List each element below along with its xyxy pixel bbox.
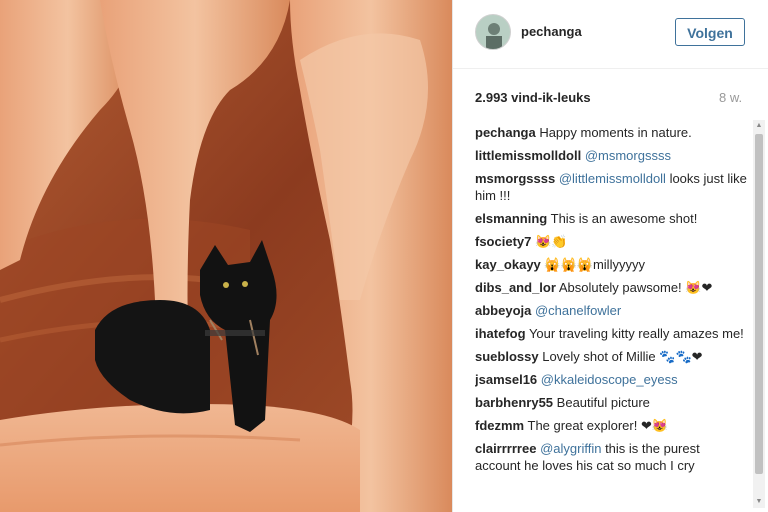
post-username[interactable]: pechanga bbox=[521, 24, 582, 39]
comment-mention[interactable]: @kkaleidoscope_eyess bbox=[541, 372, 678, 387]
triangle-down-icon[interactable]: ▼ bbox=[753, 496, 765, 508]
comment-text: 🙀🙀🙀millyyyyy bbox=[544, 257, 645, 272]
comment-text: Absolutely pawsome! 😻❤ bbox=[558, 280, 713, 295]
comment-username[interactable]: pechanga bbox=[475, 125, 536, 140]
comment-text: Happy moments in nature. bbox=[539, 125, 692, 140]
comment-item: littlemissmolldoll @msmorgssss bbox=[475, 147, 747, 164]
post-photo[interactable] bbox=[0, 0, 452, 512]
avatar[interactable] bbox=[475, 14, 511, 50]
comment-text: The great explorer! ❤😻 bbox=[527, 418, 669, 433]
canyon-cat-photo bbox=[0, 0, 452, 512]
comment-text: This is an awesome shot! bbox=[550, 211, 698, 226]
comment-item: dibs_and_lor Absolutely pawsome! 😻❤ bbox=[475, 279, 747, 296]
comment-mention[interactable]: @msmorgssss bbox=[585, 148, 671, 163]
comment-item: sueblossy Lovely shot of Millie 🐾🐾❤ bbox=[475, 348, 747, 365]
comment-item: jsamsel16 @kkaleidoscope_eyess bbox=[475, 371, 747, 388]
comment-username[interactable]: elsmanning bbox=[475, 211, 547, 226]
comment-text: Your traveling kitty really amazes me! bbox=[528, 326, 744, 341]
comment-item: elsmanning This is an awesome shot! bbox=[475, 210, 747, 227]
comment-username[interactable]: ihatefog bbox=[475, 326, 526, 341]
comment-username[interactable]: sueblossy bbox=[475, 349, 539, 364]
comment-username[interactable]: fdezmm bbox=[475, 418, 524, 433]
comment-item: pechanga Happy moments in nature. bbox=[475, 124, 747, 141]
like-count[interactable]: 2.993 vind-ik-leuks bbox=[475, 90, 591, 105]
comment-item: msmorgssss @littlemissmolldoll looks jus… bbox=[475, 170, 747, 204]
comment-list: pechanga Happy moments in nature. littlem… bbox=[475, 124, 747, 504]
comment-item: fdezmm The great explorer! ❤😻 bbox=[475, 417, 747, 434]
comment-mention[interactable]: @alygriffin bbox=[540, 441, 601, 456]
comment-item: kay_okayy 🙀🙀🙀millyyyyy bbox=[475, 256, 747, 273]
comment-item: barbhenry55 Beautiful picture bbox=[475, 394, 747, 411]
post-sidebar: pechanga Volgen 2.993 vind-ik-leuks 8 w.… bbox=[452, 0, 768, 512]
post-header: pechanga Volgen bbox=[453, 0, 768, 69]
comment-text: Lovely shot of Millie 🐾🐾❤ bbox=[542, 349, 703, 364]
comment-username[interactable]: msmorgssss bbox=[475, 171, 555, 186]
comment-item: abbeyoja @chanelfowler bbox=[475, 302, 747, 319]
comment-username[interactable]: barbhenry55 bbox=[475, 395, 553, 410]
comments-scrollbar[interactable]: ▲ ▼ bbox=[753, 120, 765, 508]
comment-username[interactable]: jsamsel16 bbox=[475, 372, 537, 387]
scroll-thumb[interactable] bbox=[755, 134, 763, 474]
comment-text: Beautiful picture bbox=[556, 395, 650, 410]
comment-username[interactable]: kay_okayy bbox=[475, 257, 541, 272]
comment-mention[interactable]: @littlemissmolldoll bbox=[559, 171, 666, 186]
comment-username[interactable]: littlemissmolldoll bbox=[475, 148, 581, 163]
comment-username[interactable]: clairrrrree bbox=[475, 441, 536, 456]
post-age[interactable]: 8 w. bbox=[719, 90, 742, 105]
comment-username[interactable]: abbeyoja bbox=[475, 303, 531, 318]
comment-text: 😻👏 bbox=[535, 234, 568, 249]
comment-item: fsociety7 😻👏 bbox=[475, 233, 747, 250]
follow-button[interactable]: Volgen bbox=[675, 18, 745, 46]
comment-username[interactable]: dibs_and_lor bbox=[475, 280, 556, 295]
comment-username[interactable]: fsociety7 bbox=[475, 234, 531, 249]
triangle-up-icon[interactable]: ▲ bbox=[753, 120, 765, 132]
comment-mention[interactable]: @chanelfowler bbox=[535, 303, 621, 318]
comment-item: clairrrrree @alygriffin this is the pure… bbox=[475, 440, 747, 474]
comment-item: ihatefog Your traveling kitty really ama… bbox=[475, 325, 747, 342]
